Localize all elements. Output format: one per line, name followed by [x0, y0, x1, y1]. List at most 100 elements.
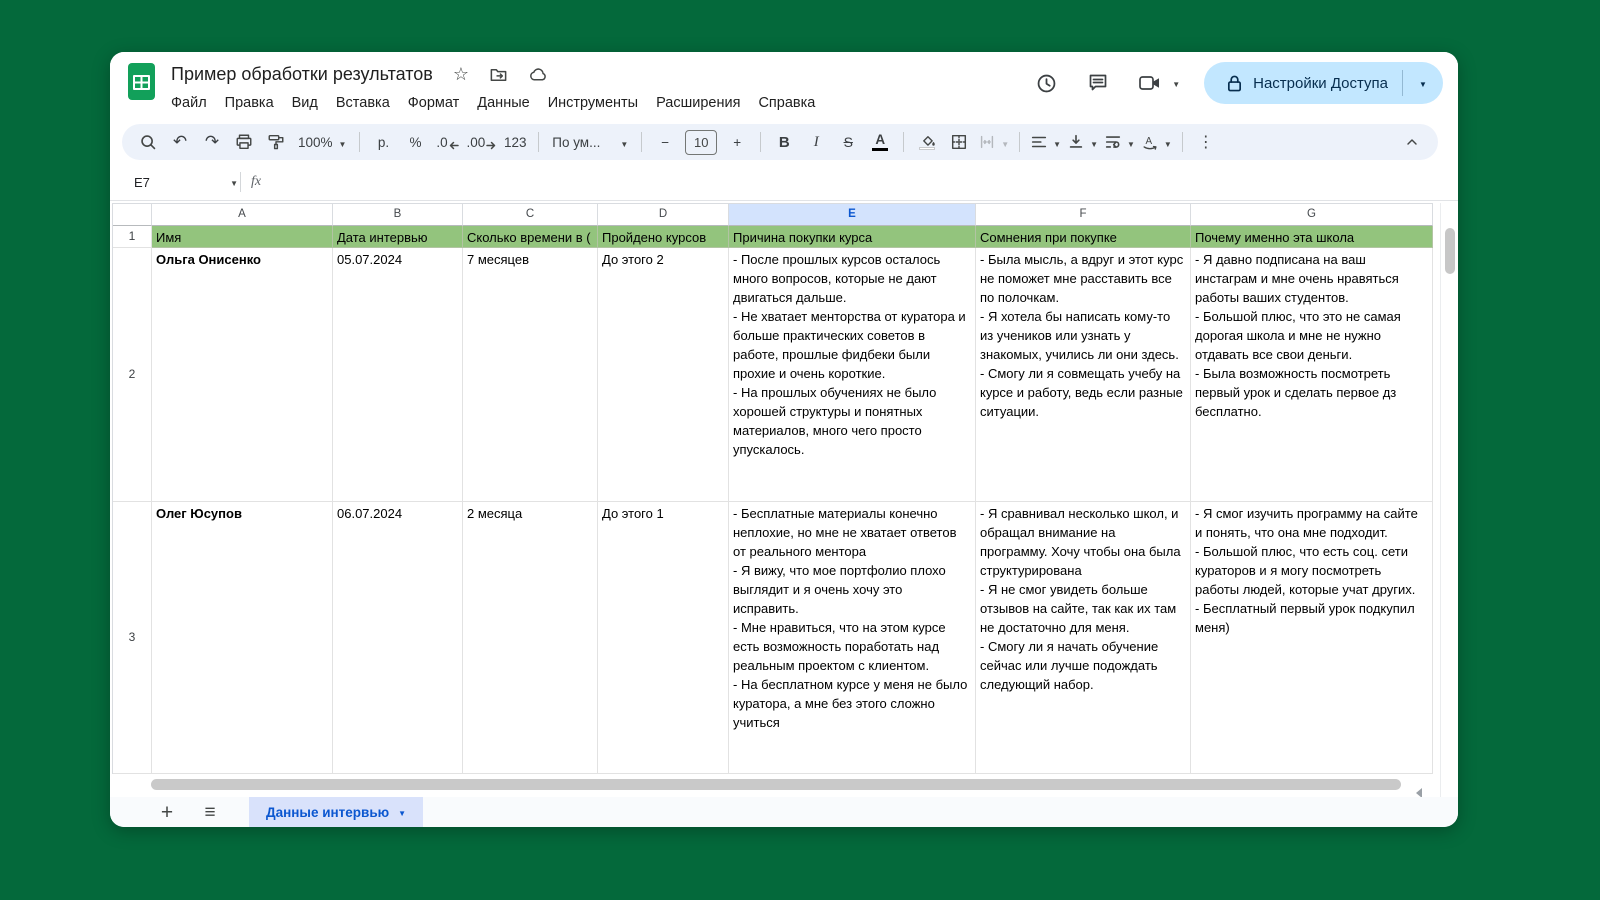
cell-b3[interactable]: 06.07.2024	[333, 502, 463, 774]
toolbar-divider	[359, 132, 360, 152]
format-percent-button[interactable]: %	[399, 129, 431, 155]
column-header-e-selected[interactable]: E	[729, 203, 976, 226]
document-title[interactable]: Пример обработки результатов	[171, 64, 433, 85]
more-formats-button[interactable]: 123	[499, 129, 531, 155]
cell-e2[interactable]: - После прошлых курсов осталось много во…	[729, 248, 976, 502]
hide-menus-button[interactable]	[1396, 129, 1428, 155]
all-sheets-button[interactable]	[195, 797, 225, 827]
borders-button[interactable]	[943, 129, 975, 155]
add-sheet-button[interactable]	[152, 797, 182, 827]
strikethrough-button[interactable]: S	[832, 129, 864, 155]
toolbar-divider	[760, 132, 761, 152]
increase-decimal-label: .00	[466, 135, 485, 150]
menu-edit[interactable]: Правка	[216, 93, 283, 113]
cell-f3[interactable]: - Я сравнивал несколько школ, и обращал …	[976, 502, 1191, 774]
cell-a3[interactable]: Олег Юсупов	[152, 502, 333, 774]
menu-extensions[interactable]: Расширения	[647, 93, 749, 113]
column-header-f[interactable]: F	[976, 203, 1191, 226]
cell-d2[interactable]: До этого 2	[598, 248, 729, 502]
horizontal-align-button[interactable]	[1027, 129, 1064, 155]
font-family-selector[interactable]: По ум...	[546, 129, 634, 155]
share-dropdown[interactable]	[1409, 74, 1437, 92]
cell-c1[interactable]: Сколько времени в (	[463, 226, 598, 248]
table-row: 3 Олег Юсупов 06.07.2024 2 месяца До это…	[113, 502, 1433, 774]
font-size-input[interactable]: 10	[685, 130, 717, 155]
select-all-corner[interactable]	[113, 203, 152, 226]
cell-g2[interactable]: - Я давно подписана на ваш инстаграм и м…	[1191, 248, 1433, 502]
zoom-control[interactable]: 100%	[292, 129, 352, 155]
cell-b2[interactable]: 05.07.2024	[333, 248, 463, 502]
cell-e3[interactable]: - Бесплатные материалы конечно неплохие,…	[729, 502, 976, 774]
cell-a2[interactable]: Ольга Онисенко	[152, 248, 333, 502]
text-color-button[interactable]: A	[864, 129, 896, 155]
cell-d1[interactable]: Пройдено курсов	[598, 226, 729, 248]
name-box[interactable]: E7	[110, 173, 238, 191]
cell-c2[interactable]: 7 месяцев	[463, 248, 598, 502]
text-rotation-button[interactable]: A	[1138, 129, 1175, 155]
decrease-decimal-button[interactable]: .0	[431, 129, 463, 155]
row-number-1[interactable]: 1	[113, 226, 152, 248]
menu-view[interactable]: Вид	[283, 93, 327, 113]
cell-g1[interactable]: Почему именно эта школа	[1191, 226, 1433, 248]
share-button[interactable]: Настройки Доступа	[1204, 62, 1443, 104]
vertical-scrollbar-thumb[interactable]	[1445, 228, 1455, 274]
redo-button[interactable]	[196, 129, 228, 155]
print-button[interactable]	[228, 129, 260, 155]
horizontal-scrollbar-thumb[interactable]	[151, 779, 1401, 790]
meet-call-control[interactable]	[1138, 73, 1180, 93]
text-wrap-button[interactable]	[1101, 129, 1138, 155]
more-toolbar-options-button[interactable]	[1190, 129, 1222, 155]
cell-f1[interactable]: Сомнения при покупке	[976, 226, 1191, 248]
chevron-down-icon[interactable]	[230, 173, 238, 191]
zoom-value: 100%	[298, 135, 333, 150]
menu-insert[interactable]: Вставка	[327, 93, 399, 113]
toolbar-divider	[903, 132, 904, 152]
column-header-a[interactable]: A	[152, 203, 333, 226]
move-to-folder-icon[interactable]	[489, 65, 508, 84]
menu-help[interactable]: Справка	[749, 93, 824, 113]
chevron-down-icon	[1127, 135, 1135, 150]
column-header-g[interactable]: G	[1191, 203, 1433, 226]
search-menus-button[interactable]	[132, 129, 164, 155]
cell-a1[interactable]: Имя	[152, 226, 333, 248]
decrease-font-size-button[interactable]: −	[649, 129, 681, 155]
cell-e1[interactable]: Причина покупки курса	[729, 226, 976, 248]
row-number-2[interactable]: 2	[113, 248, 152, 502]
comments-icon[interactable]	[1086, 71, 1110, 95]
sheet-tab-menu-icon[interactable]	[398, 803, 406, 821]
column-header-b[interactable]: B	[333, 203, 463, 226]
cell-g3[interactable]: - Я смог изучить программу на сайте и по…	[1191, 502, 1433, 774]
sheet-tab-active[interactable]: Данные интервью	[249, 797, 423, 827]
spreadsheet-grid: A B C D E F G 1 Имя Дата интервью Скольк…	[112, 203, 1433, 774]
font-family-value: По ум...	[552, 135, 600, 150]
cell-c3[interactable]: 2 месяца	[463, 502, 598, 774]
arrow-right-icon	[486, 141, 496, 150]
cell-d3[interactable]: До этого 1	[598, 502, 729, 774]
column-header-d[interactable]: D	[598, 203, 729, 226]
vertical-align-button[interactable]	[1064, 129, 1101, 155]
star-icon[interactable]	[453, 65, 469, 83]
undo-button[interactable]	[164, 129, 196, 155]
bold-button[interactable]: B	[768, 129, 800, 155]
row-number-3[interactable]: 3	[113, 502, 152, 774]
fill-color-button[interactable]	[911, 129, 943, 155]
version-history-icon[interactable]	[1034, 71, 1058, 95]
vertical-scrollbar-track[interactable]	[1440, 203, 1458, 797]
column-header-c[interactable]: C	[463, 203, 598, 226]
cloud-saved-icon	[528, 65, 549, 84]
increase-decimal-button[interactable]: .00	[463, 129, 499, 155]
cell-f2[interactable]: - Была мысль, а вдруг и этот курс не пом…	[976, 248, 1191, 502]
menu-bar: Файл Правка Вид Вставка Формат Данные Ин…	[162, 91, 824, 115]
italic-button[interactable]: I	[800, 129, 832, 155]
menu-format[interactable]: Формат	[399, 93, 469, 113]
increase-font-size-button[interactable]: +	[721, 129, 753, 155]
chevron-down-icon	[1419, 74, 1427, 92]
menu-data[interactable]: Данные	[468, 93, 538, 113]
cell-b1[interactable]: Дата интервью	[333, 226, 463, 248]
menu-file[interactable]: Файл	[162, 93, 216, 113]
paint-format-button[interactable]	[260, 129, 292, 155]
chevron-down-icon[interactable]	[1172, 74, 1180, 92]
sheets-logo-icon[interactable]	[128, 63, 155, 100]
menu-tools[interactable]: Инструменты	[539, 93, 647, 113]
format-currency-button[interactable]: р.	[367, 129, 399, 155]
